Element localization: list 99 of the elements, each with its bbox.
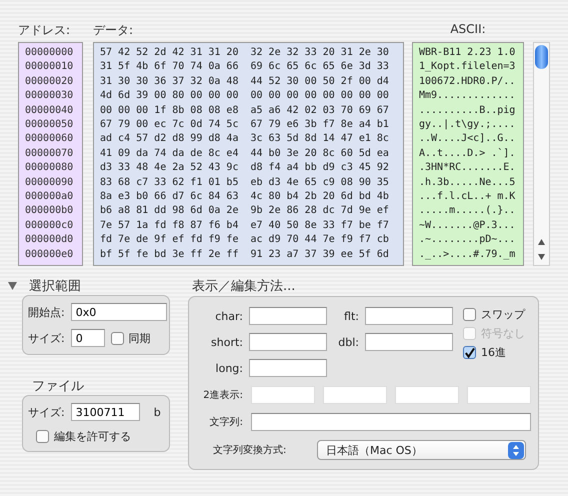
ascii-text: gy..|.t\gy.;.... xyxy=(419,118,516,132)
hex-bytes: 69 6c 65 6c 65 6e 3d 33 xyxy=(250,60,389,74)
hex-bytes: 8a e3 b0 66 d7 6c 84 63 xyxy=(100,190,238,204)
ascii-text: 1_Kopt.filelen=3 xyxy=(419,60,516,74)
hex-bytes: 32 2e 32 33 20 31 2e 30 xyxy=(250,46,389,60)
hex-bytes: 91 23 a7 37 39 ee 5f 6d xyxy=(250,248,389,262)
hex-bytes: fd 7e de 9f ef fd f9 fe xyxy=(100,233,238,248)
ascii-text: Mm9............. xyxy=(419,89,516,104)
hex-bytes: bf 5f fe bd 3e ff 2e ff xyxy=(100,248,238,262)
scroll-thumb[interactable] xyxy=(535,45,548,69)
address-text: 00000030 xyxy=(25,89,74,104)
ascii-text: ..........B..pig xyxy=(419,104,516,118)
scroll-down-icon[interactable] xyxy=(537,253,546,261)
group-title: 選択範囲 xyxy=(29,278,81,295)
checkbox[interactable]: 同期 xyxy=(110,330,151,346)
hex-bytes: 57 42 52 2d 42 31 31 20 xyxy=(100,46,238,60)
unit-label: b xyxy=(154,406,161,418)
hex-bytes: 4d 6d 39 00 80 00 00 00 xyxy=(100,89,238,104)
hex-bytes: b6 a8 81 dd 98 6d 0a 2e xyxy=(100,204,238,218)
field-label: long: xyxy=(214,362,243,374)
input-field[interactable]: 0 xyxy=(70,329,105,347)
hex-bytes: 4c 80 b4 2b 20 6d bd 4b xyxy=(250,190,389,204)
hex-bytes: eb d3 4e 65 c9 08 90 35 xyxy=(250,176,389,190)
hex-bytes: 41 09 da 74 da de 8c e4 xyxy=(100,146,238,161)
field-label: 文字列: xyxy=(208,416,243,429)
input-field[interactable] xyxy=(365,333,453,351)
hex-bytes: 3c 63 5d 8d 14 47 e1 8c xyxy=(250,132,389,146)
column-header: ASCII: xyxy=(450,22,486,38)
input-field[interactable] xyxy=(249,333,327,351)
address-text: 00000070 xyxy=(25,146,74,161)
ascii-text: .....m.....(.}.. xyxy=(419,204,516,218)
group-title: ファイル xyxy=(32,378,84,395)
input-field[interactable] xyxy=(249,359,327,377)
address-text: 00000020 xyxy=(25,74,74,89)
input-field[interactable] xyxy=(249,307,327,325)
ascii-text: ~W.......@P.3... xyxy=(419,218,516,233)
ascii-text: ...f.l.cL..+ m.K xyxy=(419,190,516,204)
column-header: アドレス: xyxy=(18,22,72,39)
checkbox[interactable]: 編集を許可する xyxy=(36,429,131,444)
field-label: 文字列変換方式: xyxy=(212,444,288,457)
hex-bytes: d8 f4 a4 bb d9 c3 45 92 xyxy=(250,161,389,176)
address-text: 00000040 xyxy=(25,104,74,118)
scroll-up-icon[interactable] xyxy=(537,238,546,246)
address-text: 00000010 xyxy=(25,60,74,74)
hex-bytes: 00 00 00 00 00 00 00 00 xyxy=(250,89,389,104)
ascii-text: .~........pD~... xyxy=(419,233,516,248)
encoding-popup[interactable]: 日本語（Mac OS） xyxy=(317,440,526,460)
ascii-text: 100672.HDR0.P/.. xyxy=(419,74,516,89)
checkbox[interactable]: スワップ xyxy=(463,307,525,322)
hex-bytes: d3 33 48 4e 2a 52 43 9c xyxy=(100,161,238,176)
hex-bytes: 31 5f 4b 6f 70 74 0a 66 xyxy=(100,60,238,74)
hex-bytes: ac d9 70 44 7e f9 f7 cb xyxy=(250,233,389,248)
hex-bytes: 9b 2e 86 28 dc 7d 9e ef xyxy=(250,204,389,218)
field-label: サイズ: xyxy=(28,404,65,420)
field-label: flt: xyxy=(343,310,359,322)
ascii-text: .3HN*RC.......E. xyxy=(419,161,516,176)
ascii-text: WBR-B11 2.23 1.0 xyxy=(419,46,516,60)
hex-bytes: ad c4 57 d2 d8 99 d8 4a xyxy=(100,132,238,146)
ascii-text: A..t....D.> .`]. xyxy=(419,146,516,161)
hex-bytes: 31 30 30 36 37 32 0a 48 xyxy=(100,74,238,89)
field-label: 開始点: xyxy=(28,304,65,320)
address-text: 00000060 xyxy=(25,132,74,146)
ascii-text: ._..>....#.79._m xyxy=(419,248,516,262)
hex-bytes: 83 68 c7 33 62 f1 01 b5 xyxy=(100,176,238,190)
popup-arrows-icon xyxy=(508,442,524,458)
hex-bytes: e7 40 50 8e 33 f7 be f7 xyxy=(250,218,389,233)
hex-bytes: 44 b0 3e 20 8c 60 5d ea xyxy=(250,146,389,161)
ascii-text: .h.3b.....Ne...5 xyxy=(419,176,516,190)
address-text: 000000a0 xyxy=(25,190,74,204)
ascii-text: ..W....J<c]..G.. xyxy=(419,132,516,146)
address-text: 00000090 xyxy=(25,176,74,190)
hex-bytes: a5 a6 42 02 03 70 69 67 xyxy=(250,104,389,118)
hex-bytes: 7e 57 1a fd f8 87 f6 b4 xyxy=(100,218,238,233)
field-label: char: xyxy=(214,310,243,322)
input-field[interactable]: 0x0 xyxy=(70,303,167,321)
hex-bytes: 67 79 00 ec 7c 0d 74 5c xyxy=(100,118,238,132)
field-label: dbl: xyxy=(337,336,359,348)
field-label: 2進表示: xyxy=(202,388,243,402)
column-header: データ: xyxy=(93,22,134,39)
input-field[interactable] xyxy=(365,307,453,325)
checkbox[interactable]: 16進 xyxy=(463,345,525,360)
input-field[interactable] xyxy=(251,413,531,431)
input-field[interactable]: 3100711 xyxy=(70,403,140,421)
checkmark-icon xyxy=(464,346,475,358)
address-text: 000000d0 xyxy=(25,233,74,248)
address-text: 000000e0 xyxy=(25,248,74,262)
address-text: 000000b0 xyxy=(25,204,74,218)
hex-bytes: 00 00 00 1f 8b 08 08 e8 xyxy=(100,104,238,118)
address-text: 000000c0 xyxy=(25,218,74,233)
address-text: 00000000 xyxy=(25,46,74,60)
disclosure-triangle-icon[interactable] xyxy=(8,282,17,290)
field-label: サイズ: xyxy=(28,330,65,346)
group-title: 表示／編集方法... xyxy=(192,278,296,295)
address-text: 00000080 xyxy=(25,161,74,176)
hex-bytes: 44 52 30 00 50 2f 00 d4 xyxy=(250,74,389,89)
scrollbar[interactable] xyxy=(533,42,550,266)
hex-bytes: 67 79 e6 3b f7 8e a4 b1 xyxy=(250,118,389,132)
address-text: 00000050 xyxy=(25,118,74,132)
field-label: short: xyxy=(210,336,243,348)
